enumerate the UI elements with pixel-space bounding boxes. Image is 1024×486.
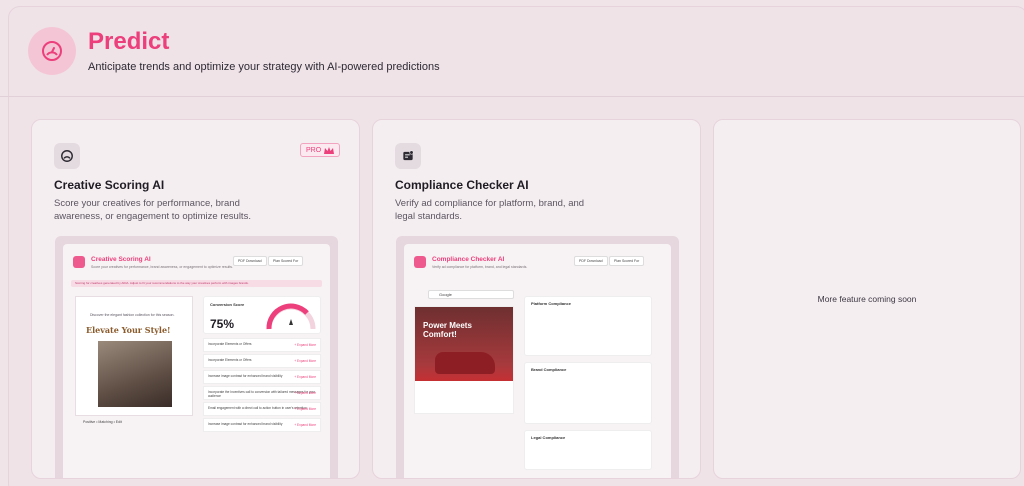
plan-button: Plan Scored For: [268, 256, 304, 266]
gauge-icon: [54, 143, 80, 169]
recommendation-row: Increase image contrast for enhanced bra…: [203, 370, 321, 384]
notice-bar: Scoring for creatives generated by AIDA.…: [71, 280, 322, 287]
preview-image: Compliance Checker AI Verify ad complian…: [396, 236, 679, 478]
section-label: Legal Compliance: [531, 435, 566, 440]
plan-button: Plan Scored For: [609, 256, 645, 266]
score-label: Conversion Score: [210, 302, 245, 307]
crown-icon: [324, 146, 335, 154]
compliance-icon: [395, 143, 421, 169]
preview-subtitle: Verify ad compliance for platform, brand…: [432, 265, 528, 269]
ad-headline: Elevate Your Style!: [86, 325, 171, 335]
app-icon: [414, 256, 426, 268]
page-title: Predict: [88, 28, 170, 55]
ad-photo: [98, 341, 172, 407]
pdf-download-button: PDF Download: [574, 256, 608, 266]
pdf-download-button: PDF Download: [233, 256, 267, 266]
card-description: Verify ad compliance for platform, brand…: [395, 198, 585, 222]
ad-creative: Power Meets Comfort!: [414, 306, 514, 414]
pro-badge: PRO: [300, 143, 341, 157]
preview-title: Compliance Checker AI: [432, 256, 505, 263]
recommendation-row: Email engagement with a direct call to a…: [203, 402, 321, 416]
ad-tagline: Discover the elegant fashion collection …: [90, 313, 175, 317]
card-title: Compliance Checker AI: [395, 178, 529, 192]
legal-compliance-panel: Legal Compliance: [524, 430, 652, 470]
recommendation-row: Increase image contrast for enhanced bra…: [203, 418, 321, 432]
header-divider: [0, 96, 1024, 97]
preview-footer: Positive • Matching • Edit: [83, 420, 122, 424]
preview-subtitle: Score your creatives for performance, br…: [91, 265, 234, 269]
app-icon: [73, 256, 85, 268]
card-creative-scoring[interactable]: PRO Creative Scoring AI Score your creat…: [31, 119, 360, 479]
recommendation-row: Incorporate Elements or Offers + Expand M…: [203, 338, 321, 352]
score-box: Conversion Score 75%: [203, 296, 321, 334]
preview-image: Creative Scoring AI Score your creatives…: [55, 236, 338, 478]
card-compliance-checker[interactable]: Compliance Checker AI Verify ad complian…: [372, 119, 701, 479]
card-description: Score your creatives for performance, br…: [54, 198, 251, 222]
platform-select: Google: [428, 290, 514, 299]
page-subtitle: Anticipate trends and optimize your stra…: [88, 61, 440, 73]
score-value: 75%: [210, 317, 235, 331]
brand-compliance-panel: Brand Compliance: [524, 362, 652, 424]
card-coming-soon: More feature coming soon: [713, 119, 1021, 479]
card-title: Creative Scoring AI: [54, 178, 165, 192]
ad-creative: Discover the elegant fashion collection …: [75, 296, 193, 416]
recommendation-row: Incorporate Elements or Offers + Expand M…: [203, 354, 321, 368]
car-image: [435, 352, 495, 374]
coming-soon-label: More feature coming soon: [817, 294, 917, 304]
preview-title: Creative Scoring AI: [91, 256, 151, 263]
gauge-icon: [28, 27, 76, 75]
score-gauge: [266, 303, 316, 330]
recommendation-row: Incorporate the Incentives call to conve…: [203, 386, 321, 400]
section-label: Brand Compliance: [531, 367, 567, 372]
section-label: Platform Compliance: [531, 301, 572, 306]
ad-headline: Power Meets Comfort!: [423, 321, 472, 339]
platform-compliance-panel: Platform Compliance: [524, 296, 652, 356]
